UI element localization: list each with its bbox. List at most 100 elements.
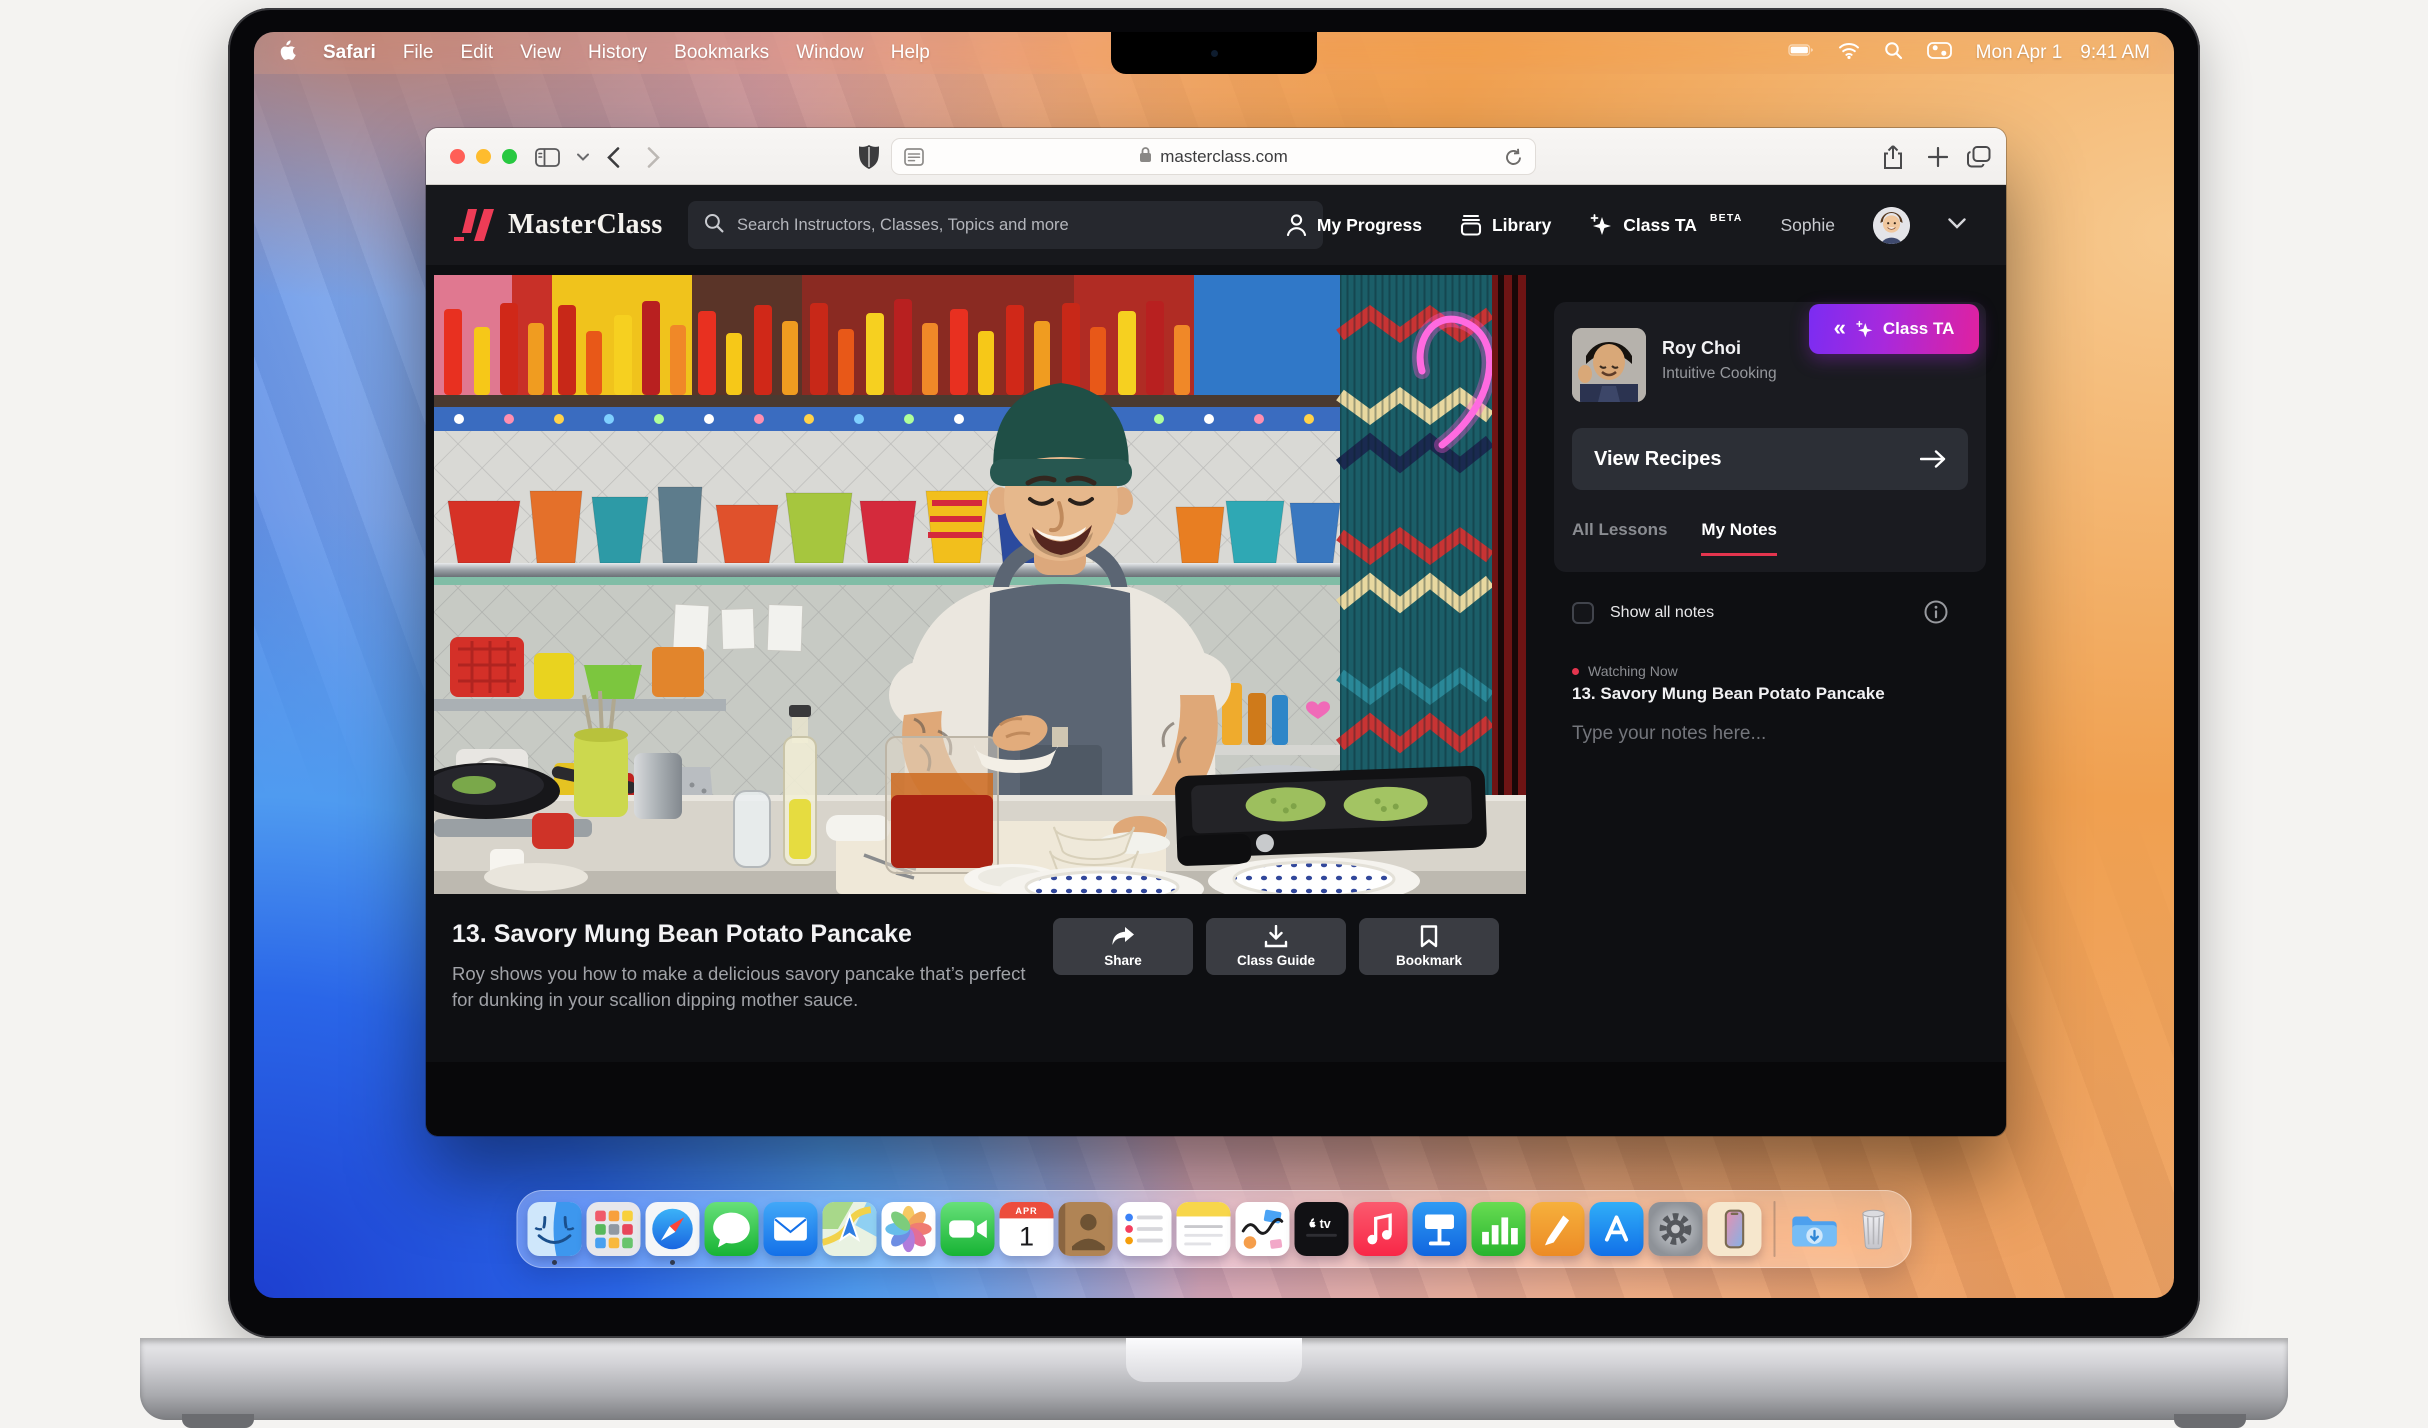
lesson-actions: Share Class Guide Bookmark bbox=[1053, 918, 1499, 975]
watching-now-dot bbox=[1572, 668, 1579, 675]
dock-iphone-mirroring[interactable] bbox=[1708, 1202, 1762, 1256]
menu-history[interactable]: History bbox=[588, 42, 647, 64]
site-nav: My Progress Library Class TABETA Sophie bbox=[1286, 185, 1966, 265]
dock-facetime[interactable] bbox=[941, 1202, 995, 1256]
sparkle-icon bbox=[1855, 320, 1874, 339]
search-input[interactable] bbox=[737, 216, 1307, 235]
nav-my-progress[interactable]: My Progress bbox=[1286, 214, 1422, 236]
tab-all-lessons[interactable]: All Lessons bbox=[1572, 520, 1667, 556]
dock-pages[interactable] bbox=[1531, 1202, 1585, 1256]
video-player[interactable] bbox=[434, 275, 1526, 894]
user-name: Sophie bbox=[1781, 215, 1836, 236]
minimize-window-button[interactable] bbox=[476, 149, 491, 164]
dock-keynote[interactable] bbox=[1413, 1202, 1467, 1256]
dock-photos[interactable] bbox=[882, 1202, 936, 1256]
panel-tabs: All Lessons My Notes bbox=[1572, 520, 1777, 556]
bookmark-button[interactable]: Bookmark bbox=[1359, 918, 1499, 975]
apple-menu-icon[interactable] bbox=[278, 40, 296, 67]
tab-overview-icon[interactable] bbox=[1964, 142, 1994, 172]
dock-music[interactable] bbox=[1354, 1202, 1408, 1256]
laptop-base bbox=[140, 1338, 2288, 1420]
sidebar-chevron-icon[interactable] bbox=[568, 142, 598, 172]
lesson-description: Roy shows you how to make a delicious sa… bbox=[452, 961, 1044, 1014]
share-button[interactable]: Share bbox=[1053, 918, 1193, 975]
dock-maps[interactable] bbox=[823, 1202, 877, 1256]
share-icon[interactable] bbox=[1878, 142, 1908, 172]
dock-notes[interactable] bbox=[1177, 1202, 1231, 1256]
class-guide-button[interactable]: Class Guide bbox=[1206, 918, 1346, 975]
user-avatar[interactable] bbox=[1873, 207, 1910, 244]
menu-view[interactable]: View bbox=[520, 42, 561, 64]
dock-finder[interactable] bbox=[528, 1202, 582, 1256]
dock-trash[interactable] bbox=[1847, 1202, 1901, 1256]
info-icon[interactable] bbox=[1924, 600, 1948, 629]
masterclass-mark-icon bbox=[454, 207, 494, 243]
notes-input[interactable]: Type your notes here... bbox=[1572, 723, 1766, 745]
battery-icon[interactable] bbox=[1788, 42, 1814, 64]
close-window-button[interactable] bbox=[450, 149, 465, 164]
class-ta-card: Roy Choi Intuitive Cooking « Class TA Vi… bbox=[1554, 302, 1986, 572]
menu-safari[interactable]: Safari bbox=[323, 42, 376, 64]
menu-edit[interactable]: Edit bbox=[460, 42, 493, 64]
spotlight-icon[interactable] bbox=[1884, 41, 1903, 66]
masterclass-logo[interactable]: MasterClass bbox=[454, 185, 663, 265]
svg-text:1: 1 bbox=[1019, 1221, 1034, 1251]
menu-clock-date[interactable]: Mon Apr 1 bbox=[1976, 42, 2063, 64]
privacy-shield-icon[interactable] bbox=[854, 142, 884, 172]
macbook-scene: Safari File Edit View History Bookmarks … bbox=[0, 0, 2428, 1428]
reload-icon[interactable] bbox=[1504, 148, 1523, 172]
library-icon bbox=[1460, 214, 1482, 236]
dock-mail[interactable] bbox=[764, 1202, 818, 1256]
show-all-notes-row: Show all notes bbox=[1572, 602, 1714, 624]
running-indicator bbox=[670, 1260, 675, 1265]
search-icon bbox=[704, 213, 724, 238]
dock-numbers[interactable] bbox=[1472, 1202, 1526, 1256]
dock-reminders[interactable] bbox=[1118, 1202, 1172, 1256]
forward-button[interactable] bbox=[638, 142, 668, 172]
back-button[interactable] bbox=[598, 142, 628, 172]
arrow-right-icon bbox=[1920, 450, 1946, 468]
show-all-notes-checkbox[interactable] bbox=[1572, 602, 1594, 624]
nav-library[interactable]: Library bbox=[1460, 214, 1551, 236]
current-lesson-title: 13. Savory Mung Bean Potato Pancake bbox=[1572, 684, 1885, 704]
dock-messages[interactable] bbox=[705, 1202, 759, 1256]
class-ta-button-label: Class TA bbox=[1883, 319, 1955, 339]
download-icon bbox=[1264, 925, 1288, 948]
brand-wordmark: MasterClass bbox=[508, 209, 663, 241]
show-all-notes-label: Show all notes bbox=[1610, 604, 1714, 622]
sidebar-toggle-icon[interactable] bbox=[532, 142, 562, 172]
nav-class-ta[interactable]: Class TABETA bbox=[1589, 213, 1742, 237]
address-bar[interactable]: masterclass.com bbox=[891, 138, 1536, 175]
dock-app-store[interactable] bbox=[1590, 1202, 1644, 1256]
camera-notch bbox=[1111, 32, 1317, 74]
dock-downloads[interactable] bbox=[1788, 1202, 1842, 1256]
new-tab-icon[interactable] bbox=[1923, 142, 1953, 172]
menu-file[interactable]: File bbox=[403, 42, 434, 64]
sparkle-icon bbox=[1589, 213, 1613, 237]
account-chevron-icon[interactable] bbox=[1948, 216, 1966, 234]
dock-launchpad[interactable] bbox=[587, 1202, 641, 1256]
wifi-icon[interactable] bbox=[1838, 42, 1860, 65]
site-search[interactable] bbox=[688, 201, 1323, 249]
view-recipes-button[interactable]: View Recipes bbox=[1572, 428, 1968, 490]
zoom-window-button[interactable] bbox=[502, 149, 517, 164]
instructor-name: Roy Choi bbox=[1662, 338, 1741, 359]
dock-calendar[interactable]: APR1 bbox=[1000, 1202, 1054, 1256]
menu-clock-time[interactable]: 9:41 AM bbox=[2080, 42, 2150, 64]
menu-help[interactable]: Help bbox=[891, 42, 930, 64]
menu-bookmarks[interactable]: Bookmarks bbox=[674, 42, 769, 64]
masterclass-page: MasterClass My Progress Library bbox=[426, 185, 2006, 1136]
class-ta-collapse-button[interactable]: « Class TA bbox=[1809, 304, 1979, 354]
instructor-avatar bbox=[1572, 328, 1646, 402]
reader-icon[interactable] bbox=[904, 148, 924, 171]
dock-system-settings[interactable] bbox=[1649, 1202, 1703, 1256]
dock-contacts[interactable] bbox=[1059, 1202, 1113, 1256]
control-center-icon[interactable] bbox=[1927, 42, 1952, 65]
lock-icon bbox=[1139, 146, 1152, 168]
dock: APR1 tv bbox=[517, 1190, 1912, 1268]
dock-safari[interactable] bbox=[646, 1202, 700, 1256]
tab-my-notes[interactable]: My Notes bbox=[1701, 520, 1777, 556]
dock-freeform[interactable] bbox=[1236, 1202, 1290, 1256]
menu-window[interactable]: Window bbox=[796, 42, 864, 64]
dock-tv[interactable]: tv bbox=[1295, 1202, 1349, 1256]
